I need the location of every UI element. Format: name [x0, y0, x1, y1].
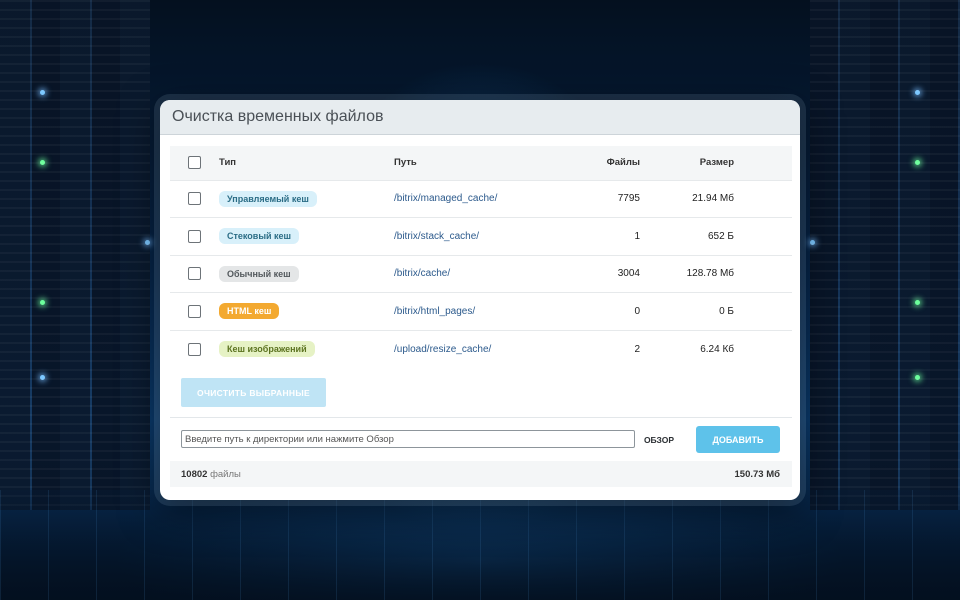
- cache-path-link[interactable]: /bitrix/managed_cache/: [394, 193, 497, 204]
- file-count: 1: [634, 230, 640, 242]
- column-header-path: Путь: [394, 157, 417, 169]
- cache-path-link[interactable]: /upload/resize_cache/: [394, 344, 491, 355]
- cache-table: Тип Путь Файлы Размер Управляемый кеш /b…: [170, 146, 792, 368]
- browse-button[interactable]: ОБЗОР: [636, 431, 682, 449]
- cache-type-badge: Обычный кеш: [219, 265, 299, 282]
- select-all-checkbox[interactable]: [187, 156, 201, 170]
- status-led: [40, 90, 45, 95]
- row-checkbox[interactable]: [187, 192, 201, 206]
- total-file-count-label: файлы: [210, 468, 241, 480]
- status-led: [40, 300, 45, 305]
- total-files-summary: 10802 файлы: [181, 469, 241, 480]
- table-row: Управляемый кеш /bitrix/managed_cache/ 7…: [170, 180, 792, 218]
- status-led: [915, 160, 920, 165]
- cache-size: 0 Б: [719, 305, 734, 317]
- cache-size: 128.78 Мб: [686, 268, 734, 280]
- cache-path-link[interactable]: /bitrix/stack_cache/: [394, 231, 479, 242]
- section-divider: [170, 417, 792, 418]
- column-header-files: Файлы: [606, 157, 640, 169]
- column-header-type: Тип: [219, 157, 237, 169]
- status-led: [915, 300, 920, 305]
- table-header-row: Тип Путь Файлы Размер: [170, 146, 792, 180]
- cache-path-link[interactable]: /bitrix/cache/: [394, 268, 450, 279]
- server-rack-right: [810, 0, 960, 510]
- cache-size: 21.94 Мб: [692, 193, 734, 205]
- directory-path-input[interactable]: [181, 430, 635, 448]
- file-count: 0: [634, 305, 640, 317]
- window-titlebar: Очистка временных файлов: [160, 100, 800, 135]
- table-row: Стековый кеш /bitrix/stack_cache/ 1 652 …: [170, 217, 792, 256]
- total-file-count: 10802: [181, 468, 208, 480]
- status-led: [915, 90, 920, 95]
- cache-size: 6.24 Кб: [700, 343, 734, 355]
- status-led: [40, 160, 45, 165]
- cache-size: 652 Б: [707, 230, 734, 242]
- cache-type-badge: HTML кеш: [219, 303, 280, 320]
- table-row: HTML кеш /bitrix/html_pages/ 0 0 Б: [170, 292, 792, 331]
- row-checkbox[interactable]: [187, 304, 201, 318]
- row-checkbox[interactable]: [187, 342, 201, 356]
- add-button[interactable]: ДОБАВИТЬ: [696, 426, 780, 453]
- row-checkbox[interactable]: [187, 229, 201, 243]
- total-size: 150.73 Мб: [734, 468, 780, 480]
- server-rack-left: [0, 0, 150, 510]
- summary-footer: 10802 файлы 150.73 Мб: [170, 461, 792, 487]
- file-count: 7795: [617, 193, 640, 205]
- cache-type-badge: Управляемый кеш: [219, 190, 317, 207]
- cache-cleanup-window: Очистка временных файлов Тип Путь Файлы …: [160, 100, 800, 500]
- table-row: Обычный кеш /bitrix/cache/ 3004 128.78 М…: [170, 255, 792, 293]
- window-title: Очистка временных файлов: [172, 108, 384, 125]
- table-row: Кеш изображений /upload/resize_cache/ 2 …: [170, 330, 792, 368]
- cache-table-panel: Тип Путь Файлы Размер Управляемый кеш /b…: [170, 146, 792, 368]
- cache-path-link[interactable]: /bitrix/html_pages/: [394, 306, 475, 317]
- status-led: [915, 375, 920, 380]
- file-count: 2: [634, 343, 640, 355]
- cache-type-badge: Кеш изображений: [219, 341, 315, 357]
- cache-type-badge: Стековый кеш: [219, 228, 300, 245]
- column-header-size: Размер: [699, 157, 734, 169]
- status-led: [40, 375, 45, 380]
- status-led: [145, 240, 150, 245]
- file-count: 3004: [617, 268, 640, 280]
- status-led: [810, 240, 815, 245]
- floor-grid: [0, 490, 960, 600]
- row-checkbox[interactable]: [187, 267, 201, 281]
- clear-selected-button[interactable]: ОЧИСТИТЬ ВЫБРАННЫЕ: [181, 378, 326, 407]
